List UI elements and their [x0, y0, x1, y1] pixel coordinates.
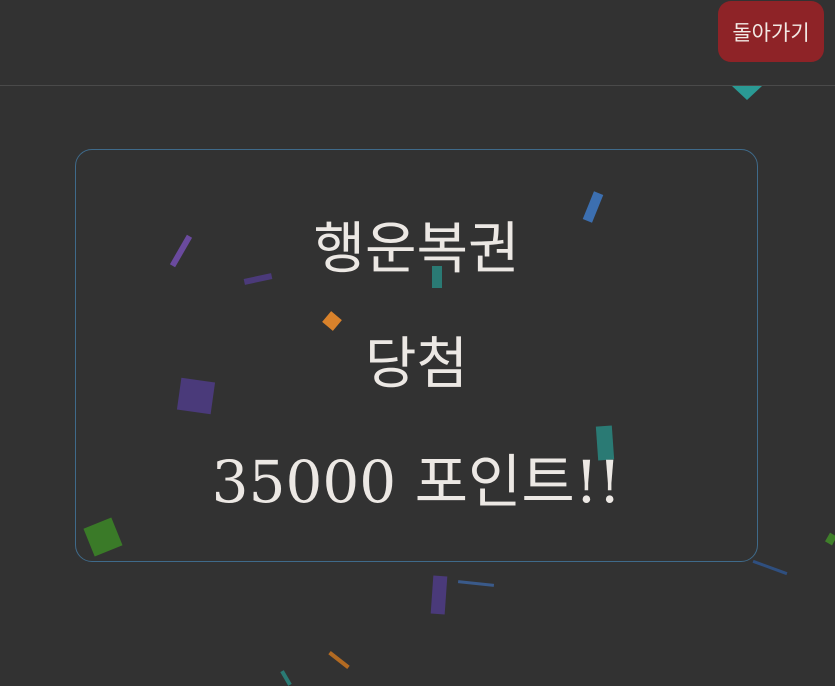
confetti-piece — [825, 532, 835, 546]
win-status: 당첨 — [364, 332, 469, 397]
prize-amount: 35000 포인트!! — [211, 448, 622, 516]
confetti-piece — [457, 580, 495, 587]
confetti-piece — [430, 575, 448, 615]
confetti-piece — [328, 651, 350, 669]
confetti-piece — [732, 86, 762, 100]
top-bar: 돌아가기 — [0, 0, 835, 86]
confetti-piece — [280, 670, 292, 686]
back-button[interactable]: 돌아가기 — [718, 1, 824, 62]
lottery-title: 행운복권 — [313, 217, 520, 282]
confetti-piece — [752, 559, 788, 576]
